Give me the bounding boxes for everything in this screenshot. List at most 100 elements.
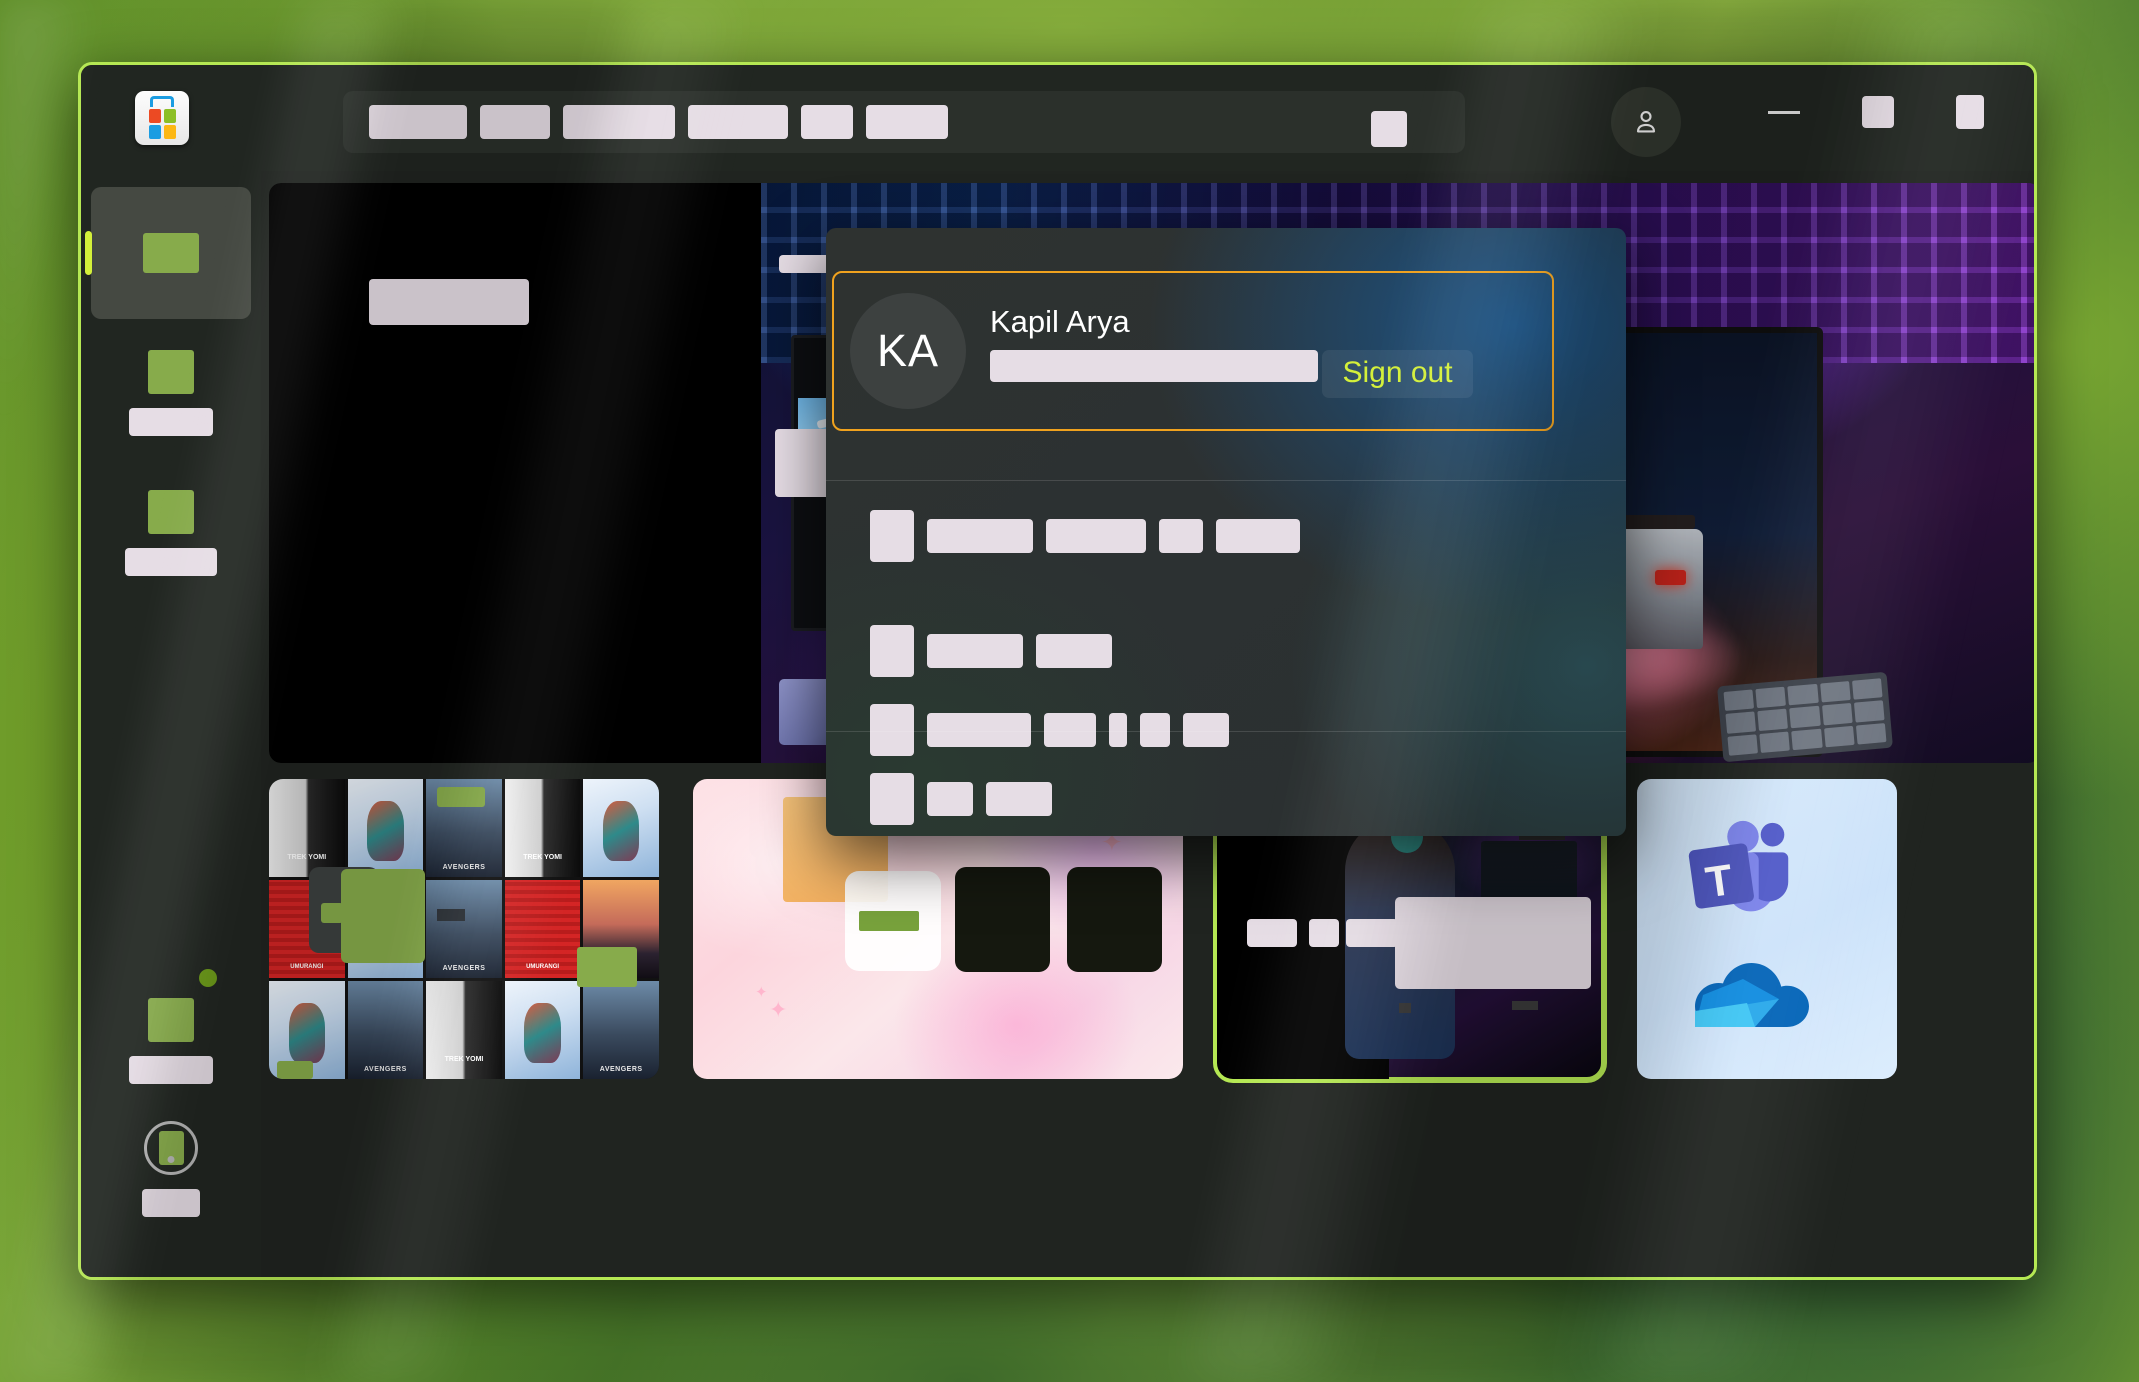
poster	[347, 779, 424, 877]
pink-card-dark-block-2	[1067, 867, 1162, 972]
account-flyout: KA Kapil Arya Sign out	[826, 228, 1626, 836]
menu-item-4[interactable]	[870, 773, 1052, 825]
menu-item-label	[927, 782, 973, 816]
menu-item-label	[927, 634, 1023, 668]
onedrive-icon	[1695, 963, 1809, 1027]
sidebar-item-help[interactable]	[91, 1109, 251, 1229]
gamer-tile-dark-redact-3	[1512, 1001, 1538, 1010]
sidebar-item-home[interactable]	[85, 187, 251, 319]
hero-title-redacted	[369, 279, 529, 325]
flyout-divider-1	[826, 480, 1626, 481]
menu-item-icon	[870, 510, 914, 562]
menu-item-1[interactable]	[870, 510, 1300, 562]
account-display-name: Kapil Arya	[990, 304, 1130, 340]
help-icon	[144, 1121, 198, 1175]
poster	[347, 981, 424, 1079]
library-icon	[148, 998, 194, 1042]
logo-quadrant-red	[149, 109, 161, 123]
search-tab-3[interactable]	[563, 105, 675, 139]
gamer-tile-monitor	[1481, 841, 1577, 903]
sidebar	[81, 171, 261, 1277]
desktop-wallpaper: ✦ ✦ ✦	[0, 0, 2139, 1382]
gamer-tile-dark-redact-2	[1399, 1003, 1411, 1013]
search-tab-5[interactable]	[801, 105, 853, 139]
sidebar-item-label	[129, 1056, 213, 1084]
pink-card-dark-block-1	[955, 867, 1050, 972]
sidebar-item-label	[142, 1189, 200, 1217]
sparkle-icon: ✦	[755, 984, 768, 1001]
sidebar-item-label	[125, 548, 217, 576]
menu-item-label	[927, 713, 1031, 747]
tile-collage[interactable]	[269, 779, 659, 1079]
title-bar	[81, 65, 2034, 171]
gaming-icon	[148, 350, 194, 394]
account-button[interactable]	[1611, 87, 1681, 157]
tile-ms-apps[interactable]: T	[1637, 779, 1897, 1079]
search-tab-1[interactable]	[369, 105, 467, 139]
menu-item-3[interactable]	[870, 704, 1229, 756]
microsoft-store-icon	[135, 91, 189, 145]
sidebar-item-gaming[interactable]	[91, 327, 251, 459]
account-info: Kapil Arya Sign out	[990, 304, 1473, 398]
gamer-tile-panel	[1395, 897, 1591, 989]
collage-overlay-green-4	[577, 947, 637, 987]
gamer-tile-label-3	[1346, 919, 1398, 947]
search-tab-4[interactable]	[688, 105, 788, 139]
gamer-tile-label-1	[1247, 919, 1297, 947]
poster	[426, 981, 502, 1079]
search-tab-2[interactable]	[480, 105, 550, 139]
pink-card-green-bar	[859, 911, 919, 931]
poster	[426, 880, 502, 978]
microsoft-store-window: ✦ ✦ ✦	[78, 62, 2037, 1280]
store-bag-handle	[150, 96, 174, 107]
sidebar-bottom-group	[81, 969, 261, 1237]
close-button[interactable]	[1956, 95, 1984, 129]
collage-overlay-green-3	[437, 787, 485, 807]
poster	[583, 779, 659, 877]
poster	[504, 779, 581, 877]
menu-item-label	[1109, 713, 1127, 747]
menu-item-label	[986, 782, 1052, 816]
menu-item-2[interactable]	[870, 625, 1112, 677]
poster	[269, 779, 345, 877]
minimize-button[interactable]	[1768, 110, 1800, 114]
home-icon	[143, 233, 199, 273]
logo-quadrant-blue	[149, 125, 161, 139]
window-controls	[1768, 95, 1984, 129]
sidebar-item-library[interactable]	[91, 969, 251, 1101]
menu-item-label	[1159, 519, 1203, 553]
collage-overlay-green-2	[341, 869, 425, 963]
search-tab-6[interactable]	[866, 105, 948, 139]
poster	[583, 981, 659, 1079]
menu-item-label	[1140, 713, 1170, 747]
selection-indicator	[85, 231, 92, 275]
menu-item-label	[1216, 519, 1300, 553]
sidebar-item-label	[129, 408, 213, 436]
menu-item-icon	[870, 773, 914, 825]
library-badge	[199, 969, 217, 987]
flyout-divider-2	[826, 731, 1626, 732]
menu-item-label	[1036, 634, 1112, 668]
menu-item-label	[1183, 713, 1229, 747]
search-input[interactable]	[343, 91, 1465, 153]
sparkle-icon: ✦	[769, 997, 788, 1022]
menu-item-label	[1044, 713, 1096, 747]
pink-card-white-panel	[845, 871, 941, 971]
menu-item-label	[1046, 519, 1146, 553]
sign-out-button[interactable]: Sign out	[1322, 349, 1473, 398]
poster	[504, 880, 581, 978]
logo-quadrant-green	[164, 109, 176, 123]
collage-overlay-green-5	[277, 1061, 313, 1079]
maximize-button[interactable]	[1862, 96, 1894, 128]
apps-icon	[148, 490, 194, 534]
microsoft-teams-icon: T	[1688, 820, 1789, 912]
stream-deck	[1717, 671, 1893, 763]
logo-quadrant-yellow	[164, 125, 176, 139]
account-email-redacted	[990, 349, 1318, 382]
collage-overlay-dark	[437, 909, 465, 921]
menu-item-icon	[870, 704, 914, 756]
sidebar-item-apps[interactable]	[91, 467, 251, 599]
account-card[interactable]: KA Kapil Arya Sign out	[832, 271, 1554, 431]
person-icon	[1636, 110, 1656, 133]
search-icon[interactable]	[1371, 111, 1407, 147]
